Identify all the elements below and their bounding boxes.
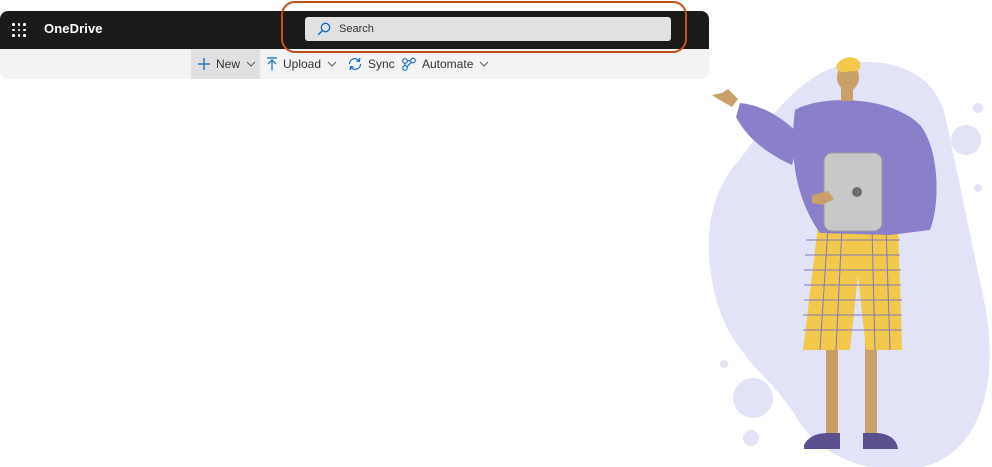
onedrive-window: OneDrive Search New Upload Sync Automate (0, 11, 709, 79)
waffle-icon[interactable] (12, 23, 26, 37)
person-holding-laptop-illustration (708, 57, 990, 467)
upload-arrow-icon (267, 57, 277, 71)
chevron-down-icon (246, 61, 256, 67)
app-title[interactable]: OneDrive (44, 21, 103, 36)
search-icon (317, 22, 331, 36)
sync-button-label: Sync (368, 57, 395, 71)
sync-icon (348, 57, 362, 71)
plus-icon (198, 58, 210, 70)
new-button[interactable]: New (191, 49, 260, 79)
chevron-down-icon (479, 61, 489, 67)
command-bar: New Upload Sync Automate (0, 49, 709, 79)
sync-button[interactable]: Sync (347, 49, 395, 79)
search-placeholder: Search (339, 23, 374, 35)
top-bar: OneDrive Search (0, 11, 709, 49)
new-button-label: New (216, 57, 241, 71)
automate-button[interactable]: Automate (401, 49, 489, 79)
search-input[interactable]: Search (305, 17, 671, 41)
automate-icon (402, 57, 416, 71)
automate-button-label: Automate (422, 57, 474, 71)
upload-button-label: Upload (283, 57, 322, 71)
chevron-down-icon (327, 61, 337, 67)
upload-button[interactable]: Upload (266, 49, 337, 79)
